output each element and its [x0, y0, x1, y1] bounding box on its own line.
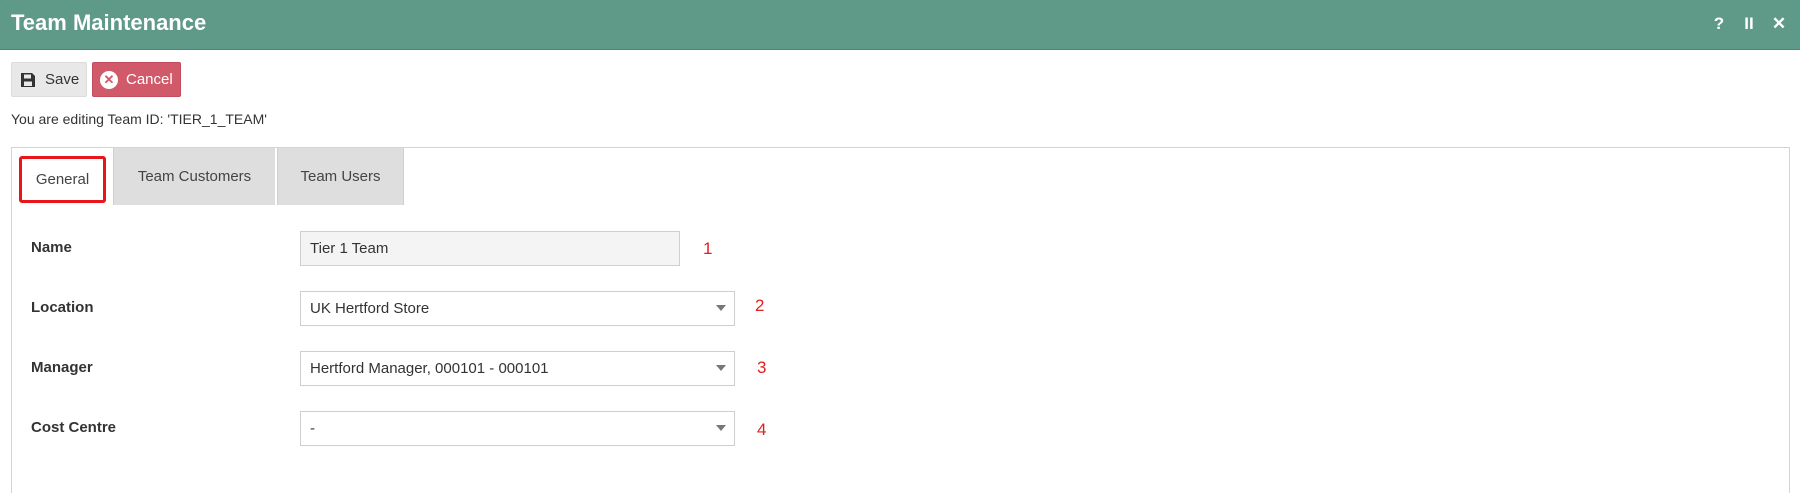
- tab-team-customers[interactable]: Team Customers: [113, 148, 275, 205]
- annotation-2: 2: [755, 296, 765, 315]
- annotation-4: 4: [757, 420, 767, 439]
- cost-centre-select[interactable]: -: [300, 411, 735, 446]
- close-icon[interactable]: ✕: [1764, 12, 1794, 36]
- location-label: Location: [31, 299, 94, 316]
- window-controls: ? II ✕: [1704, 12, 1794, 36]
- edit-info-text: You are editing Team ID: 'TIER_1_TEAM': [11, 111, 267, 127]
- cancel-button[interactable]: ✕ Cancel: [92, 62, 181, 97]
- cancel-label: Cancel: [126, 71, 173, 88]
- manager-select[interactable]: Hertford Manager, 000101 - 000101: [300, 351, 735, 386]
- help-icon[interactable]: ?: [1704, 12, 1734, 36]
- title-bar: Team Maintenance ? II ✕: [0, 0, 1800, 50]
- chevron-down-icon: [716, 425, 726, 431]
- annotation-1: 1: [703, 239, 713, 258]
- window-title: Team Maintenance: [11, 10, 207, 35]
- location-value: UK Hertford Store: [310, 300, 430, 317]
- manager-value: Hertford Manager, 000101 - 000101: [310, 360, 549, 377]
- cancel-circle-icon: ✕: [100, 70, 118, 89]
- manager-label: Manager: [31, 359, 93, 376]
- cost-centre-label: Cost Centre: [31, 419, 117, 436]
- location-select[interactable]: UK Hertford Store: [300, 291, 735, 326]
- tab-general[interactable]: General: [19, 156, 106, 203]
- name-input[interactable]: Tier 1 Team: [300, 231, 680, 266]
- pause-icon[interactable]: II: [1734, 12, 1764, 36]
- save-label: Save: [45, 71, 80, 88]
- cost-centre-value: -: [310, 420, 315, 437]
- floppy-disk-icon: [21, 72, 35, 87]
- chevron-down-icon: [716, 365, 726, 371]
- annotation-3: 3: [757, 358, 767, 377]
- name-label: Name: [31, 239, 72, 256]
- save-button[interactable]: Save: [11, 62, 87, 97]
- chevron-down-icon: [716, 305, 726, 311]
- tab-team-users[interactable]: Team Users: [277, 148, 404, 205]
